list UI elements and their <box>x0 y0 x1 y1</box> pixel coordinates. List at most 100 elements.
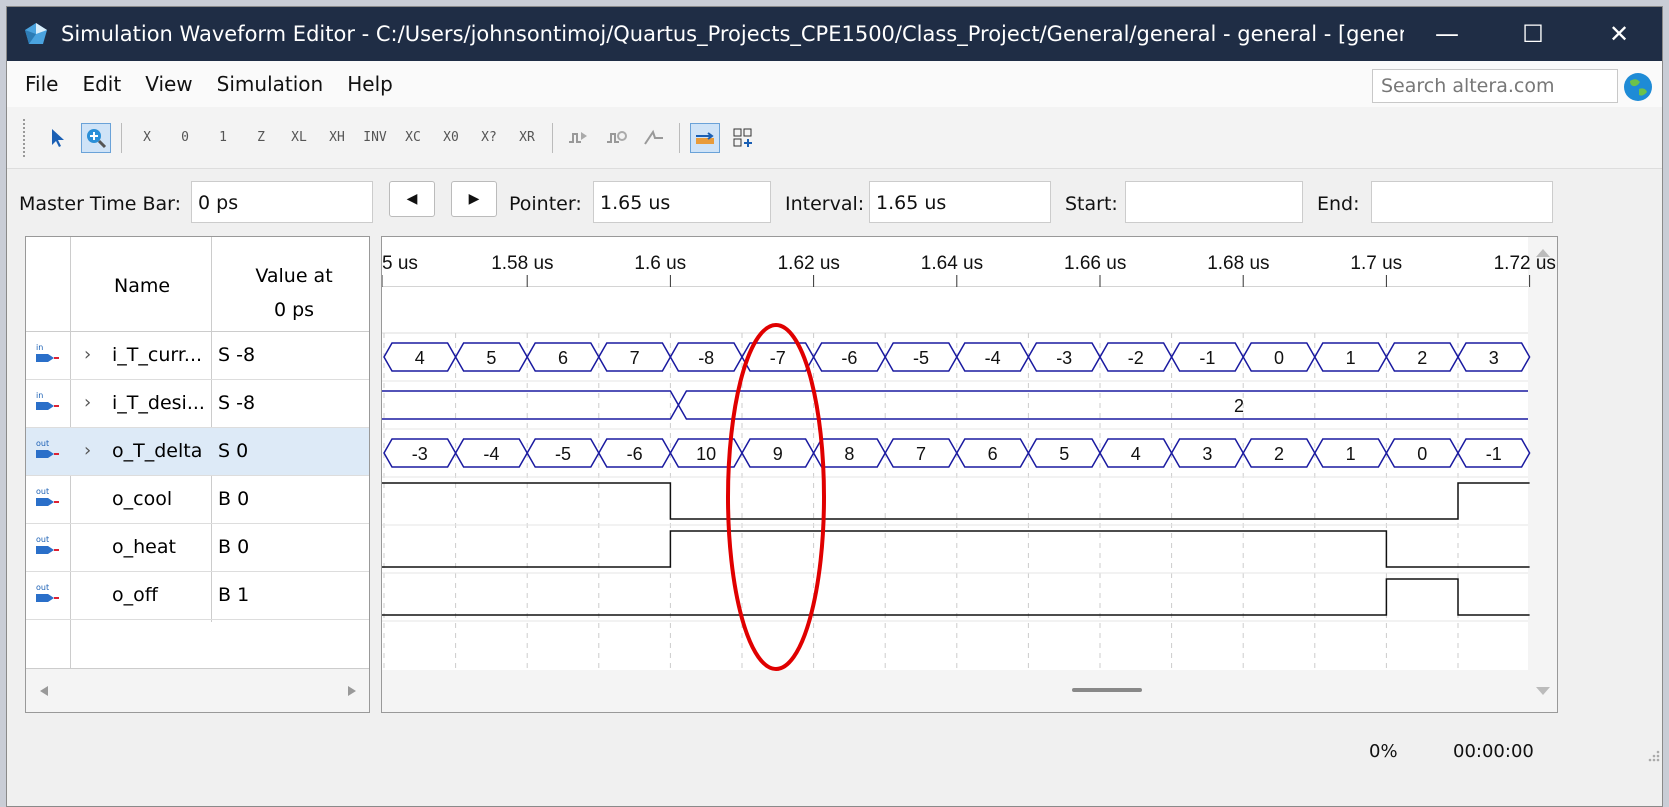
svg-text:out: out <box>36 487 49 496</box>
name-panel-horizontal-scrollbar[interactable] <box>26 668 369 712</box>
random-values-icon[interactable]: X? <box>474 123 504 153</box>
ruler-spacer <box>382 287 1528 333</box>
pointer-field: 1.65 us <box>593 181 771 223</box>
svg-text:out: out <box>36 583 49 592</box>
i-t-curr-value-label: -7 <box>770 348 786 368</box>
previous-transition-button[interactable]: ◀ <box>389 181 435 217</box>
signal-name: o_off <box>112 584 158 606</box>
value-header-line2: 0 ps <box>273 299 315 321</box>
o-t-delta-value-label: 1 <box>1346 444 1356 464</box>
menu-file[interactable]: File <box>25 72 58 96</box>
pointer-tool-icon[interactable] <box>43 123 73 153</box>
force-weak-high-icon[interactable]: XH <box>322 123 352 153</box>
i-t-curr-value-label: 0 <box>1274 348 1284 368</box>
scroll-thumb <box>1072 688 1142 692</box>
waveform-panel[interactable]: 5 us 1.58 us 1.6 us 1.62 us 1.64 us 1.66 us 1.… <box>381 236 1558 713</box>
force-low-icon[interactable]: 0 <box>170 123 200 153</box>
o-t-delta-value-label: 10 <box>696 444 716 464</box>
arbitrary-value-icon[interactable]: XR <box>512 123 542 153</box>
o-cool-waveform <box>382 482 1530 520</box>
overwrite-clock-icon[interactable]: X0 <box>436 123 466 153</box>
signal-name-panel: Name Value at 0 ps in › i_T_curr... S -8… <box>25 236 370 713</box>
menu-view[interactable]: View <box>145 72 192 96</box>
input-pin-icon: in <box>36 343 59 362</box>
expand-chevron-icon[interactable]: › <box>84 440 91 461</box>
o-t-delta-value-label: 3 <box>1202 444 1212 464</box>
signal-row-i-t-desi[interactable]: in › i_T_desi... S -8 <box>26 380 369 428</box>
o-t-delta-value-label: -4 <box>483 444 499 464</box>
run-functional-sim-icon[interactable] <box>563 123 593 153</box>
master-time-bar-label: Master Time Bar: <box>19 193 182 215</box>
menu-edit[interactable]: Edit <box>82 72 121 96</box>
signal-name: o_cool <box>112 488 173 510</box>
signal-value: S 0 <box>218 440 249 462</box>
interval-field: 1.65 us <box>869 181 1051 223</box>
scroll-right-icon[interactable] <box>348 686 356 696</box>
o-t-delta-value-label: 7 <box>916 444 926 464</box>
menu-help[interactable]: Help <box>347 72 393 96</box>
toolbar-grip <box>23 118 29 157</box>
generate-netlist-icon[interactable] <box>639 123 669 153</box>
i-t-curr-value-label: -5 <box>913 348 929 368</box>
i-t-curr-value-label: -3 <box>1056 348 1072 368</box>
i-t-curr-value-label: 3 <box>1489 348 1499 368</box>
resize-grip-icon[interactable] <box>1645 747 1661 763</box>
o-off-waveform <box>382 578 1530 616</box>
value-header-line1: Value at <box>255 265 333 287</box>
invert-icon[interactable]: INV <box>360 123 390 153</box>
signal-row-o-off[interactable]: out o_off B 1 <box>26 572 369 620</box>
force-high-z-icon[interactable]: Z <box>246 123 276 153</box>
signal-row-o-t-delta[interactable]: out › o_T_delta S 0 <box>26 428 369 476</box>
output-pin-icon: out <box>36 439 59 458</box>
signal-row-i-t-curr[interactable]: in › i_T_curr... S -8 <box>26 332 369 380</box>
force-weak-low-icon[interactable]: XL <box>284 123 314 153</box>
end-field <box>1371 181 1553 223</box>
quartus-app-icon <box>25 23 47 44</box>
run-timing-sim-icon[interactable] <box>601 123 631 153</box>
globe-icon[interactable] <box>1624 73 1652 101</box>
o-t-delta-value-label: -3 <box>412 444 428 464</box>
elapsed-time: 00:00:00 <box>1453 741 1534 762</box>
force-unknown-icon[interactable]: X <box>132 123 162 153</box>
search-input[interactable]: Search altera.com <box>1372 69 1618 103</box>
force-high-icon[interactable]: 1 <box>208 123 238 153</box>
time-bar: Master Time Bar: 0 ps ◀ ▶ Pointer: 1.65 … <box>7 177 1662 233</box>
signal-row-o-heat[interactable]: out o_heat B 0 <box>26 524 369 572</box>
signal-name: o_T_delta <box>112 440 203 462</box>
menu-simulation[interactable]: Simulation <box>217 72 324 96</box>
snap-to-grid-icon[interactable] <box>690 122 720 153</box>
o-t-delta-value-label: -6 <box>627 444 643 464</box>
i-t-desi-segment <box>677 390 1528 420</box>
maximize-button[interactable]: ☐ <box>1490 7 1576 61</box>
zoom-tool-icon[interactable] <box>81 122 111 153</box>
expand-chevron-icon[interactable]: › <box>84 392 91 413</box>
signal-row-o-cool[interactable]: out o_cool B 0 <box>26 476 369 524</box>
o-t-delta-value-label: -5 <box>555 444 571 464</box>
toolbar: X 0 1 Z XL XH INV XC X0 X? XR <box>7 107 1662 169</box>
i-t-desi-value-label: 2 <box>1234 396 1244 416</box>
output-pin-icon: out <box>36 487 59 506</box>
master-time-bar-field[interactable]: 0 ps <box>191 181 373 223</box>
scroll-left-icon[interactable] <box>40 686 48 696</box>
o-t-delta-value-label: 4 <box>1131 444 1141 464</box>
window-title: Simulation Waveform Editor - C:/Users/jo… <box>61 22 1404 46</box>
svg-text:out: out <box>36 535 49 544</box>
grid-icon[interactable] <box>728 123 758 153</box>
waveform-canvas[interactable]: 5 us 1.58 us 1.6 us 1.62 us 1.64 us 1.66 us 1.… <box>382 237 1558 713</box>
waveform-editor-window: Simulation Waveform Editor - C:/Users/jo… <box>6 6 1663 807</box>
output-pin-icon: out <box>36 535 59 554</box>
i-t-curr-value-label: 1 <box>1346 348 1356 368</box>
signal-value: S -8 <box>218 344 256 366</box>
expand-chevron-icon[interactable]: › <box>84 344 91 365</box>
toolbar-separator <box>679 122 680 153</box>
close-button[interactable]: ✕ <box>1576 7 1662 61</box>
i-t-curr-value-label: 6 <box>558 348 568 368</box>
count-value-icon[interactable]: XC <box>398 123 428 153</box>
name-column-header[interactable]: Name <box>114 275 170 297</box>
menu-bar: File Edit View Simulation Help Search al… <box>7 61 1662 107</box>
minimize-button[interactable]: — <box>1404 7 1490 61</box>
status-bar: 0% 00:00:00 <box>7 727 1662 806</box>
i-t-curr-value-label: 7 <box>630 348 640 368</box>
next-transition-button[interactable]: ▶ <box>451 181 497 217</box>
value-column-header[interactable]: Value at 0 ps <box>248 259 340 327</box>
